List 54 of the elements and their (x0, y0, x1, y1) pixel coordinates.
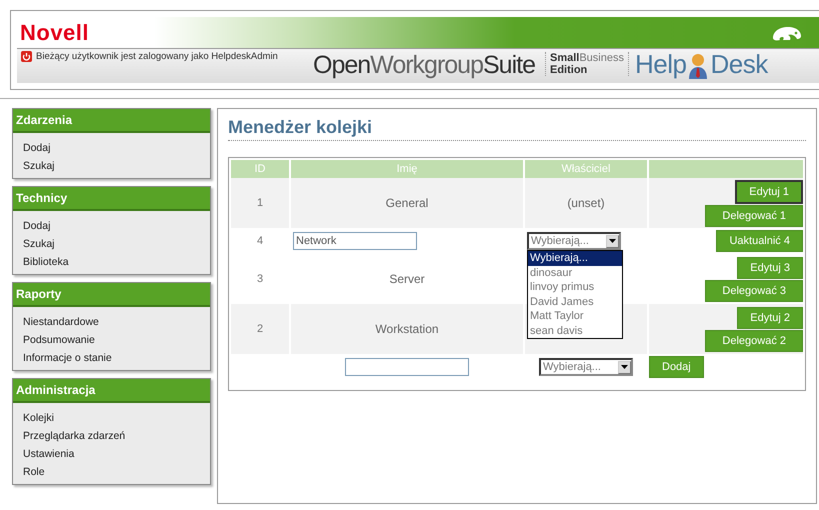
helpdesk-logo-text: Help (634, 49, 686, 80)
id-text: 1 (256, 197, 264, 209)
owner-select[interactable]: Wybierają... (539, 358, 633, 376)
menu-link[interactable]: Kolejki (23, 410, 54, 426)
action-button[interactable]: Dodaj (649, 356, 704, 378)
dropdown-option[interactable]: linvoy primus (528, 280, 622, 294)
name-input-field[interactable] (345, 358, 469, 376)
menu-link[interactable]: Role (23, 464, 45, 480)
menu-link[interactable]: Informacje o stanie (23, 350, 112, 366)
owner-text: (unset) (567, 196, 605, 210)
dropdown-option[interactable]: Matt Taylor (528, 309, 622, 324)
menu-link[interactable]: Niestandardowe (23, 314, 99, 330)
dropdown-option[interactable]: David James (528, 294, 622, 309)
action-button[interactable]: Delegować 2 (705, 330, 803, 352)
menu-link[interactable]: Podsumowanie (23, 332, 95, 348)
action-button[interactable]: Delegować 3 (705, 280, 803, 302)
action-button[interactable]: Uaktualnić 4 (716, 230, 803, 252)
power-icon[interactable] (21, 51, 32, 62)
id-text: 2 (256, 323, 264, 335)
edition-label: SmallBusiness Edition (544, 52, 629, 76)
column-header: Imię (291, 160, 523, 178)
owner-select[interactable]: Wybierają... (527, 232, 621, 250)
menu-link[interactable]: Dodaj (23, 218, 50, 234)
panel-title: Zdarzenia (13, 109, 210, 133)
action-button[interactable]: Edytuj 3 (737, 256, 803, 278)
action-button[interactable]: Edytuj 1 (735, 180, 803, 204)
dropdown-option[interactable]: dinosaur (528, 266, 622, 280)
queue-name: Server (389, 272, 425, 286)
menu-link[interactable]: Ustawienia (23, 446, 74, 462)
user-status-text: Bieżący użytkownik jest zalogowany jako HelpdeskAdmin (36, 51, 278, 62)
action-button[interactable]: Delegować 1 (705, 204, 803, 226)
page-title: Menedżer kolejki (228, 117, 806, 141)
menu-link[interactable]: Biblioteka (23, 254, 69, 270)
column-header: ID (231, 160, 289, 178)
panel-title: Raporty (13, 283, 210, 307)
brand-logo-text: Novell (20, 20, 90, 46)
menu-link[interactable]: Szukaj (23, 236, 55, 252)
column-header: Właściciel (525, 160, 647, 178)
id-text: 3 (256, 273, 264, 285)
helpdesk-logo-text: Desk (710, 49, 768, 80)
product-name: OpenWorkgroupSuite (313, 50, 535, 80)
queue-name: General (386, 196, 428, 210)
panel-title: Administracja (13, 379, 210, 403)
queue-name: Workstation (375, 322, 439, 336)
person-icon (687, 52, 710, 80)
panel-title: Technicy (13, 187, 210, 211)
dropdown-option[interactable]: sean davis (528, 324, 622, 338)
menu-link[interactable]: Szukaj (23, 158, 55, 174)
action-button[interactable]: Edytuj 2 (737, 306, 803, 328)
menu-link[interactable]: Przeglądarka zdarzeń (23, 428, 126, 444)
menu-link[interactable]: Dodaj (23, 140, 50, 156)
dropdown-option[interactable]: Wybierają... (528, 251, 622, 266)
name-input-field[interactable]: Network (293, 232, 417, 250)
id-text: 4 (256, 235, 264, 247)
